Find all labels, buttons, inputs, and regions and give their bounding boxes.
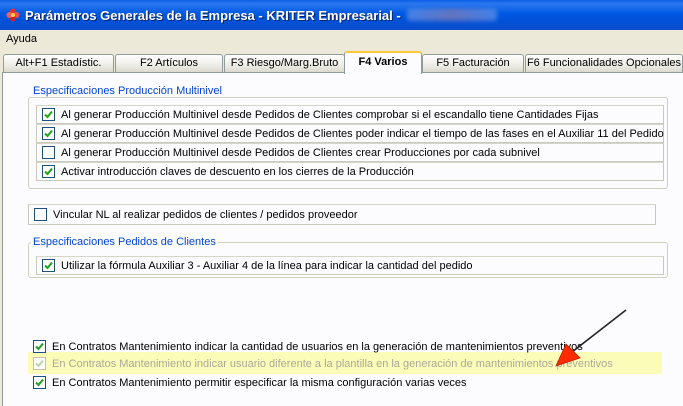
option-vincular-nl[interactable]: Vincular NL al realizar pedidos de clien…	[28, 204, 656, 225]
checkbox-checked[interactable]	[33, 376, 46, 389]
checkbox-unchecked[interactable]	[34, 208, 47, 221]
tab-strip: Alt+F1 Estadístic. F2 Artículos F3 Riesg…	[0, 51, 683, 74]
option-produccion-cantidades-fijas[interactable]: Al generar Producción Multinivel desde P…	[36, 105, 664, 124]
menu-bar: Ayuda	[0, 30, 683, 48]
tab-articulos[interactable]: F2 Artículos	[115, 54, 223, 73]
option-label: Al generar Producción Multinivel desde P…	[61, 127, 664, 140]
tab-funcionalidades[interactable]: F6 Funcionalidades Opcionales	[525, 54, 683, 73]
menu-ayuda[interactable]: Ayuda	[0, 33, 43, 45]
option-label: En Contratos Mantenimiento permitir espe…	[52, 376, 467, 389]
option-label: En Contratos Mantenimiento indicar la ca…	[52, 340, 583, 353]
tab-riesgo[interactable]: F3 Riesgo/Marg.Bruto	[224, 54, 345, 73]
option-label: Al generar Producción Multinivel desde P…	[61, 146, 540, 159]
option-label: En Contratos Mantenimiento indicar usuar…	[52, 357, 613, 370]
window-title: Parámetros Generales de la Empresa - KRI…	[25, 7, 401, 23]
option-produccion-tiempo-fases[interactable]: Al generar Producción Multinivel desde P…	[36, 124, 664, 143]
checkbox-checked[interactable]	[42, 127, 55, 140]
option-label: Utilizar la fórmula Auxiliar 3 - Auxilia…	[61, 259, 473, 272]
option-label: Vincular NL al realizar pedidos de clien…	[53, 208, 358, 221]
redacted-company-name	[406, 9, 497, 21]
checkbox-checked[interactable]	[33, 340, 46, 353]
tab-varios[interactable]: F4 Varios	[344, 51, 422, 74]
option-label: Activar introducción claves de descuento…	[61, 165, 414, 178]
group-produccion-label: Especificaciones Producción Multinivel	[31, 85, 224, 97]
checkbox-checked-disabled[interactable]	[33, 357, 46, 370]
checkbox-checked[interactable]	[42, 108, 55, 121]
option-pedidos-formula-auxiliar[interactable]: Utilizar la fórmula Auxiliar 3 - Auxilia…	[36, 256, 664, 275]
group-pedidos-label: Especificaciones Pedidos de Clientes	[31, 236, 218, 248]
title-bar[interactable]: Parámetros Generales de la Empresa - KRI…	[0, 0, 683, 30]
tab-facturacion[interactable]: F5 Facturación	[422, 54, 524, 73]
checkbox-unchecked[interactable]	[42, 146, 55, 159]
checkbox-checked[interactable]	[42, 165, 55, 178]
checkbox-checked[interactable]	[42, 259, 55, 272]
tab-estadisticas[interactable]: Alt+F1 Estadístic.	[3, 54, 114, 73]
annotation-arrow-icon	[555, 309, 627, 367]
option-produccion-claves-descuento[interactable]: Activar introducción claves de descuento…	[36, 162, 664, 181]
option-label: Al generar Producción Multinivel desde P…	[61, 108, 599, 121]
option-produccion-subnivel[interactable]: Al generar Producción Multinivel desde P…	[36, 143, 664, 162]
option-contratos-misma-configuracion[interactable]: En Contratos Mantenimiento permitir espe…	[28, 373, 668, 392]
app-flower-icon[interactable]	[6, 8, 20, 22]
